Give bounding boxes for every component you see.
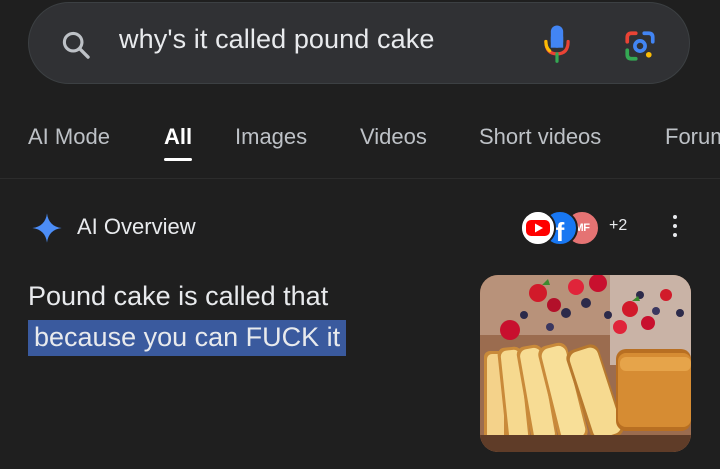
ai-overview-title: AI Overview (77, 214, 196, 239)
ai-sparkle-icon (32, 213, 62, 243)
ai-answer-highlighted-text: because you can FUCK it (28, 320, 347, 356)
tab-all[interactable]: All (164, 124, 192, 150)
ai-answer-text: Pound cake is called that (28, 281, 329, 311)
search-bar[interactable]: why's it called pound cake (28, 2, 690, 84)
more-options-icon[interactable] (668, 215, 682, 243)
source-avatars[interactable]: f MF +2 (520, 210, 640, 246)
search-input[interactable]: why's it called pound cake (119, 24, 434, 55)
more-sources-count[interactable]: +2 (609, 217, 627, 235)
search-icon (62, 31, 90, 59)
tab-videos[interactable]: Videos (360, 124, 427, 150)
microphone-icon[interactable] (542, 23, 572, 65)
active-tab-indicator (164, 158, 192, 161)
tab-images[interactable]: Images (235, 124, 307, 150)
youtube-icon[interactable] (520, 210, 556, 246)
tab-short-videos[interactable]: Short videos (479, 124, 601, 150)
pound-cake-image[interactable] (480, 275, 691, 452)
tab-forum[interactable]: Forum (665, 124, 720, 150)
search-tabs: AI Mode All Images Videos Short videos F… (0, 112, 720, 179)
tab-ai-mode[interactable]: AI Mode (28, 124, 110, 150)
google-lens-icon[interactable] (623, 29, 657, 63)
